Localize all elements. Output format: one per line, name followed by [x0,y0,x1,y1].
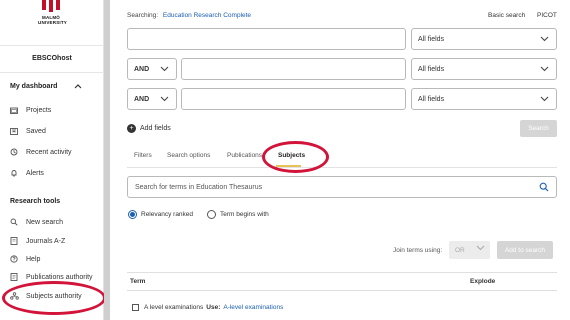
preferred-term-link[interactable]: A-level examinations [223,304,283,311]
table-divider [127,290,557,291]
tab-publications[interactable]: Publications [227,152,262,159]
divider [0,72,104,73]
column-header-explode: Explode [470,278,496,285]
journal-icon [9,237,19,245]
sidebar-item-saved[interactable]: Saved [9,125,46,137]
tabs-divider [127,167,557,168]
publications-icon [9,273,19,281]
chevron-down-icon [160,94,169,104]
radio-label: Relevancy ranked [141,211,194,218]
search-button[interactable]: Search [520,120,557,137]
search-input-3[interactable] [181,88,406,110]
radio-selected-icon [128,210,137,219]
table-divider [127,272,557,273]
use-label: Use: [206,304,221,311]
folder-icon [9,107,19,114]
tab-search-options[interactable]: Search options [167,152,210,159]
radio-relevancy-ranked[interactable]: Relevancy ranked [128,210,193,219]
database-link[interactable]: Education Research Complete [163,12,251,19]
dashboard-title: My dashboard [10,83,58,90]
field-select-2[interactable]: All fields [411,58,557,80]
search-icon [9,218,19,226]
sidebar-item-journals[interactable]: Journals A-Z [9,235,65,247]
chevron-up-icon[interactable] [74,82,82,91]
operator-value: AND [134,95,150,103]
sidebar-item-label: Saved [26,127,46,135]
chevron-down-icon [540,64,549,74]
searching-label: Searching: [127,12,159,19]
search-icon[interactable] [539,182,549,194]
field-select-value: All fields [418,35,445,43]
research-tools-title: Research tools [10,198,61,205]
column-header-term: Term [130,278,146,285]
chevron-down-icon [160,64,169,74]
field-select-value: All fields [418,95,445,103]
sidebar-item-projects[interactable]: Projects [9,104,51,116]
search-input-2[interactable] [181,58,406,80]
sidebar-item-help[interactable]: Help [9,253,40,265]
radio-term-begins-with[interactable]: Term begins with [207,210,269,219]
sidebar-item-label: New search [26,218,63,226]
chevron-down-icon [540,94,549,104]
help-icon [9,255,19,263]
field-select-1[interactable]: All fields [411,28,557,50]
add-fields-label: Add fields [140,125,171,132]
radio-label: Term begins with [220,211,269,218]
ebscohost-label[interactable]: EBSCOhost [0,55,104,62]
thesaurus-placeholder: Search for terms in Education Thesaurus [135,183,263,191]
bell-icon [9,169,19,177]
sidebar-item-label: Projects [26,106,52,114]
thesaurus-search-input[interactable]: Search for terms in Education Thesaurus [127,176,557,198]
sidebar-item-label: Help [26,255,41,263]
history-icon [9,148,19,156]
sidebar-item-label: Publications authority [26,273,93,281]
field-select-3[interactable]: All fields [411,88,557,110]
logo-mark [42,0,60,12]
bookmark-icon [9,127,19,135]
sidebar-item-label: Recent activity [26,148,72,156]
operator-value: AND [134,65,150,73]
search-input-1[interactable] [127,28,406,50]
chevron-down-icon [540,34,549,44]
divider [0,45,104,46]
sidebar-item-alerts[interactable]: Alerts [9,167,44,179]
operator-select-2[interactable]: AND [127,58,177,80]
chevron-down-icon [476,243,485,253]
join-operator-value: OR [455,246,465,254]
add-to-search-button[interactable]: Add to search [497,241,553,259]
highlight-circle [2,281,106,315]
operator-select-3[interactable]: AND [127,88,177,110]
tab-filters[interactable]: Filters [134,152,152,159]
plus-icon: + [127,124,136,133]
malmo-university-logo[interactable]: MALMÖ UNIVERSITY [38,0,68,38]
add-fields-button[interactable]: + Add fields [127,124,171,133]
logo-line2: UNIVERSITY [38,20,68,25]
term-checkbox[interactable] [132,304,139,311]
main-panel: Searching: Education Research Complete B… [110,0,570,320]
term-label: A level examinations [144,304,204,311]
sidebar-item-new-search[interactable]: New search [9,216,63,228]
field-select-value: All fields [418,65,445,73]
highlight-circle [262,141,329,173]
sidebar: MALMÖ UNIVERSITY EBSCOhost My dashboard … [0,0,106,320]
sidebar-item-label: Journals A-Z [26,237,66,245]
join-operator-select[interactable]: OR [449,241,490,259]
join-terms-label: Join terms using: [393,247,443,254]
radio-unselected-icon [207,210,216,219]
picot-link[interactable]: PICOT [537,12,557,19]
sidebar-item-recent-activity[interactable]: Recent activity [9,146,72,158]
searching-info: Searching: Education Research Complete [127,12,251,19]
basic-search-link[interactable]: Basic search [488,12,525,19]
sidebar-item-label: Alerts [26,169,44,177]
table-row: A level examinations Use: A-level examin… [132,304,283,311]
